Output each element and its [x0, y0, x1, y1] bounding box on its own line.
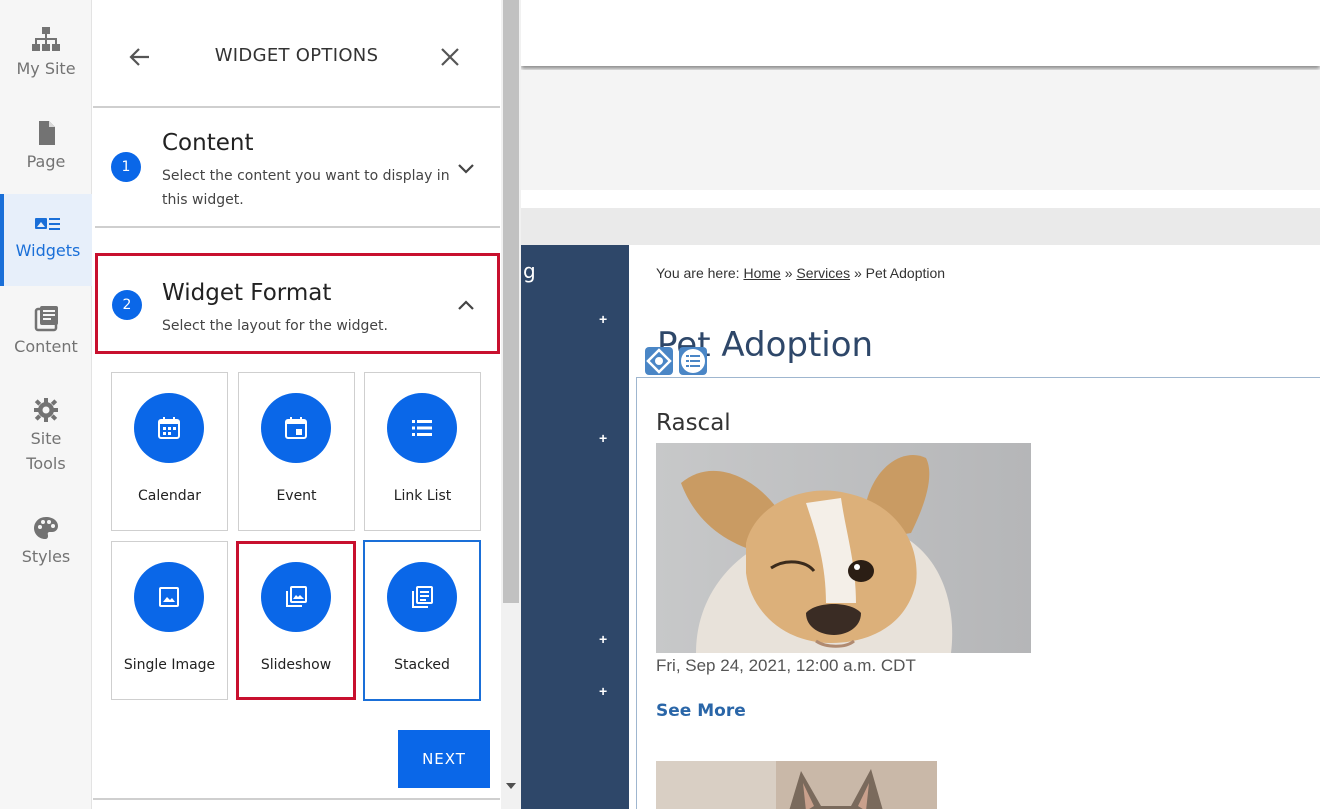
calendar-icon	[158, 417, 180, 439]
page-icon	[31, 119, 61, 147]
format-tile-single-image[interactable]: Single Image	[111, 541, 228, 700]
list-icon	[412, 420, 432, 436]
panel-header: WIDGET OPTIONS	[93, 0, 500, 108]
widgets-icon	[33, 214, 63, 236]
breadcrumb-home[interactable]: Home	[743, 265, 780, 281]
rail-item-page[interactable]: Page	[0, 119, 92, 174]
step-number-1: 1	[111, 152, 141, 182]
next-button[interactable]: NEXT	[398, 730, 490, 788]
item-image-dog[interactable]	[656, 443, 1031, 653]
site-preview: g + + + + You are here: Home » Services …	[521, 0, 1320, 809]
chevron-up-icon[interactable]	[456, 298, 476, 312]
stacked-icon	[412, 586, 433, 608]
breadcrumb-separator: »	[853, 265, 862, 281]
breadcrumb-services[interactable]: Services	[796, 265, 850, 281]
close-icon[interactable]	[437, 44, 463, 70]
nav-expand-icon[interactable]: +	[599, 683, 607, 699]
step-widget-format[interactable]: 2 Widget Format Select the layout for th…	[95, 253, 500, 354]
breadcrumb-separator: »	[784, 265, 793, 281]
site-header	[521, 0, 1320, 66]
breadcrumb-prefix: You are here:	[656, 265, 740, 281]
palette-icon	[31, 514, 61, 542]
scroll-down-arrow-icon[interactable]	[506, 783, 516, 789]
nav-expand-icon[interactable]: +	[599, 631, 607, 647]
left-rail: My Site Page Widgets Content Site Tools …	[0, 0, 92, 809]
site-banner	[521, 70, 1320, 190]
item-date: Fri, Sep 24, 2021, 12:00 a.m. CDT	[656, 656, 916, 675]
nav-text-fragment: g	[523, 259, 536, 283]
rail-label-page: Page	[26, 152, 66, 171]
rail-item-site-tools[interactable]: Site Tools	[0, 396, 92, 476]
rail-item-styles[interactable]: Styles	[0, 514, 92, 569]
rail-label-content: Content	[14, 337, 78, 356]
chevron-down-icon[interactable]	[456, 162, 476, 176]
scrollbar-thumb[interactable]	[503, 0, 519, 603]
item-image-cat[interactable]	[656, 761, 937, 809]
format-label-stacked: Stacked	[394, 657, 450, 673]
rail-label-widgets: Widgets	[15, 241, 81, 260]
gear-icon	[31, 396, 61, 424]
rail-item-my-site[interactable]: My Site	[0, 26, 92, 81]
format-label-slideshow: Slideshow	[260, 657, 332, 673]
format-tile-slideshow[interactable]: Slideshow	[236, 541, 356, 700]
format-label-single-image: Single Image	[123, 657, 216, 673]
breadcrumb: You are here: Home » Services » Pet Adop…	[656, 265, 945, 281]
site-subbar	[521, 208, 1320, 245]
step-title-widget-format: Widget Format	[162, 280, 332, 306]
rail-label-my-site: My Site	[16, 59, 76, 78]
rail-item-widgets[interactable]: Widgets	[0, 194, 92, 286]
image-icon	[159, 587, 179, 607]
move-icon[interactable]	[645, 347, 673, 375]
event-icon	[285, 417, 307, 439]
step-title-content: Content	[162, 130, 254, 156]
site-side-nav: g + + + +	[521, 245, 629, 809]
widget-options-panel: WIDGET OPTIONS 1 Content Select the cont…	[93, 0, 501, 809]
slideshow-icon	[286, 586, 307, 607]
format-tile-event[interactable]: Event	[238, 372, 355, 531]
rail-label-site-tools: Site Tools	[26, 429, 66, 473]
widget-settings-list-icon[interactable]	[679, 347, 707, 375]
format-label-calendar: Calendar	[138, 488, 201, 504]
rail-item-content[interactable]: Content	[0, 304, 92, 359]
step-desc-widget-format: Select the layout for the widget.	[162, 318, 388, 334]
format-tile-link-list[interactable]: Link List	[364, 372, 481, 531]
breadcrumb-current: Pet Adoption	[865, 265, 946, 281]
step-number-2: 2	[112, 290, 142, 320]
rail-label-styles: Styles	[21, 547, 71, 566]
sitemap-icon	[31, 26, 61, 54]
format-tile-calendar[interactable]: Calendar	[111, 372, 228, 531]
item-title: Rascal	[656, 410, 731, 436]
step-desc-content: Select the content you want to display i…	[162, 168, 450, 208]
format-label-link-list: Link List	[393, 488, 452, 504]
content-icon	[31, 304, 61, 332]
nav-expand-icon[interactable]: +	[599, 430, 607, 446]
format-label-event: Event	[276, 488, 317, 504]
panel-divider	[93, 798, 500, 800]
format-tile-stacked[interactable]: Stacked	[363, 540, 481, 701]
see-more-link[interactable]: See More	[656, 701, 746, 721]
step-content[interactable]: 1 Content Select the content you want to…	[95, 110, 500, 228]
nav-expand-icon[interactable]: +	[599, 311, 607, 327]
